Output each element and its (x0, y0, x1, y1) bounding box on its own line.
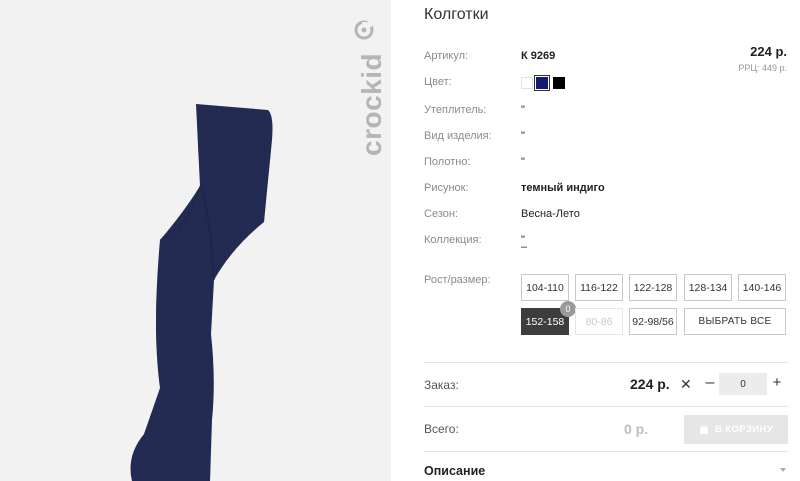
color-swatch-navy[interactable] (534, 75, 550, 91)
tights-image (130, 104, 273, 481)
attr-value-fabric: " (521, 156, 525, 168)
size-option-92-98-56[interactable]: 92-98/56 (629, 308, 677, 335)
add-to-cart-button[interactable]: В КОРЗИНУ (684, 415, 788, 444)
cart-icon (699, 424, 708, 434)
attr-label-insulation: Утеплитель: (424, 104, 487, 116)
color-swatch-black[interactable] (553, 77, 565, 89)
color-swatch-white[interactable] (521, 77, 533, 89)
size-option-104-110[interactable]: 104-110 (521, 274, 569, 301)
attr-label-type: Вид изделия: (424, 130, 492, 142)
total-value: 0 р. (624, 421, 649, 437)
attr-value-type: " (521, 130, 525, 142)
product-photo: crockid (0, 0, 391, 481)
brand-name: crockid (356, 52, 387, 156)
attr-value-collection-extra: – (521, 241, 528, 253)
brand-logo: crockid (350, 18, 387, 158)
order-label: Заказ: (424, 378, 459, 392)
product-price: 224 р. (750, 44, 787, 59)
attr-value-season: Весна-Лето (521, 208, 580, 220)
select-all-sizes-button[interactable]: ВЫБРАТЬ ВСЕ (684, 308, 786, 335)
size-option-140-146[interactable]: 140-146 (738, 274, 786, 301)
attr-label-pattern: Рисунок: (424, 182, 469, 194)
attr-value-article: К 9269 (521, 50, 556, 62)
multiply-icon: ✕ (680, 376, 692, 392)
total-label: Всего: (424, 422, 459, 436)
size-option-80-86[interactable]: 80-86 (575, 308, 623, 335)
divider (424, 362, 788, 363)
size-option-122-128[interactable]: 122-128 (629, 274, 677, 301)
chevron-down-icon[interactable] (778, 465, 788, 475)
size-count-badge: 0 (560, 301, 576, 317)
attr-label-season: Сезон: (424, 208, 458, 220)
description-toggle-label[interactable]: Описание (424, 464, 485, 478)
quantity-decrease-button[interactable]: – (703, 374, 717, 394)
add-to-cart-label: В КОРЗИНУ (714, 424, 774, 435)
attr-label-article: Артикул: (424, 50, 469, 62)
recommended-price: РРЦ: 449 р. (738, 63, 787, 73)
brand-mark-icon (354, 20, 374, 40)
size-option-116-122[interactable]: 116-122 (575, 274, 623, 301)
product-title: Колготки (424, 6, 489, 23)
divider (424, 406, 788, 407)
size-label: Рост/размер: (424, 274, 491, 286)
size-option-128-134[interactable]: 128-134 (684, 274, 732, 301)
attr-value-insulation: " (521, 104, 525, 116)
attr-label-color: Цвет: (424, 76, 452, 88)
attr-label-fabric: Полотно: (424, 156, 471, 168)
attr-label-collection: Коллекция: (424, 234, 482, 246)
quantity-increase-button[interactable]: + (770, 374, 784, 394)
order-price: 224 р. (630, 376, 670, 392)
attr-value-pattern: темный индиго (521, 182, 605, 194)
quantity-input[interactable] (719, 373, 767, 395)
divider (424, 451, 788, 452)
